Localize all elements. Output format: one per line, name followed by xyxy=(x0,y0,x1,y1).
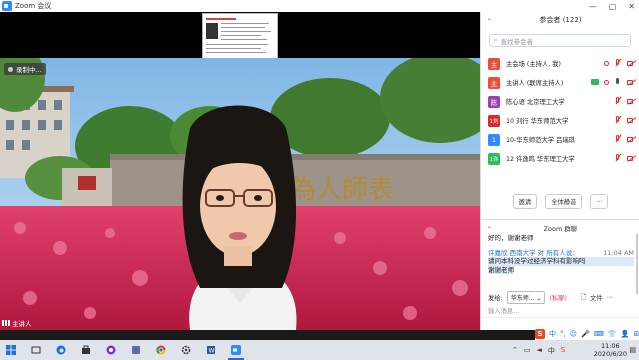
speaker-video: 為人師表 LIVE UP TO THE NAME OF TEACHER xyxy=(0,58,480,330)
clock[interactable]: 11:06 2020/6/20 xyxy=(594,342,627,358)
mic-muted-icon[interactable] xyxy=(614,116,622,124)
side-panel: ⌄ 参会者 (122) ⌕ 查找参会者 主 主会场 (主持人, 我) 主 主讲人… xyxy=(480,12,639,330)
participant-row[interactable]: 主 主讲人 (联席主持人) xyxy=(481,73,639,92)
more-options-icon[interactable]: ⋯ xyxy=(607,294,613,301)
mic-muted-icon[interactable] xyxy=(614,135,622,143)
avatar: 陈 xyxy=(488,95,500,108)
volume-icon[interactable]: ◄ xyxy=(537,346,542,356)
video-area[interactable]: 為人師表 LIVE UP TO THE NAME OF TEACHER 录制中.… xyxy=(0,12,480,330)
ime-tray-icon[interactable]: S xyxy=(561,346,565,356)
chat-message: 请问本科没学过经济学科有影响吗 xyxy=(488,257,634,266)
private-chat-label: (私聊) xyxy=(549,295,567,302)
ime-skin-icon[interactable]: 👕 xyxy=(608,330,617,338)
app-icon[interactable] xyxy=(106,345,116,355)
more-button[interactable]: ... xyxy=(590,194,609,209)
recording-indicator[interactable]: 录制中... xyxy=(4,63,46,75)
participant-row[interactable]: 1 10-华东师范大学 吕瑞琪 xyxy=(481,130,639,149)
task-view-icon[interactable] xyxy=(31,345,41,355)
ime-user-icon[interactable]: 👤 xyxy=(621,330,630,338)
send-to-label: 发给: xyxy=(488,295,503,302)
recording-label: 录制中... xyxy=(16,66,42,74)
maximize-button[interactable]: ▢ xyxy=(609,2,617,11)
recipient-name[interactable]: 所有人说： xyxy=(546,249,579,257)
send-to-row: 发给: 华东师... ⌄ (私聊) 🗋 文件 ⋯ xyxy=(488,291,638,304)
sogou-logo-icon: S xyxy=(535,329,545,339)
window-title: Zoom 会议 xyxy=(15,2,52,10)
participant-row[interactable]: 主 主会场 (主持人, 我) xyxy=(481,54,639,73)
close-button[interactable]: ✕ xyxy=(628,2,635,11)
chat-input[interactable]: 输入消息... xyxy=(488,306,519,315)
video-off-icon xyxy=(627,60,636,67)
participant-row[interactable]: 1许 12 许逸鸣 华东理工大学 xyxy=(481,149,639,168)
chat-message: 好的，谢谢老师 xyxy=(488,234,534,242)
chat-message-header: 许嘉欣 西南大学 对 所有人说： 11:04 AM xyxy=(488,248,634,257)
chat-header: ⌄ Zoom 群聊 xyxy=(481,219,639,233)
participant-row[interactable]: 1刘 10 刘行 华东师范大学 xyxy=(481,111,639,130)
settings-icon[interactable] xyxy=(181,345,191,355)
chrome-icon[interactable] xyxy=(156,345,166,355)
participants-header: 参会者 (122) xyxy=(539,16,582,24)
notifications-icon[interactable]: ▤ xyxy=(629,346,636,354)
system-tray: ⌃ ▭ ◄ 中 S xyxy=(512,346,565,356)
file-button[interactable]: 文件 xyxy=(590,293,603,302)
recipient-dropdown[interactable]: 华东师... ⌄ xyxy=(506,291,546,304)
speaker-label: 主讲人 xyxy=(12,320,32,328)
participant-search-input[interactable]: ⌕ 查找参会者 xyxy=(489,34,631,47)
ime-voice-icon[interactable]: 🎤 xyxy=(581,330,590,338)
taskbar: W ⌃ ▭ ◄ 中 S 11:06 2020/6/20 ▤ xyxy=(0,340,639,360)
ime-punct-icon[interactable]: °, xyxy=(560,330,566,338)
avatar: 主 xyxy=(488,76,500,89)
network-icon[interactable]: ▭ xyxy=(524,346,531,356)
edge-icon[interactable] xyxy=(56,345,66,355)
ime-toolbar[interactable]: S 中 °, ☺ 🎤 ⌨ 👕 👤 ⊞ xyxy=(535,328,639,340)
record-icon xyxy=(8,66,13,72)
ime-keyboard-icon[interactable]: ⌨ xyxy=(594,330,604,338)
recording-icon xyxy=(604,60,609,66)
message-time: 11:04 AM xyxy=(603,248,634,257)
shared-screen-thumbnail[interactable] xyxy=(202,13,278,59)
file-icon[interactable]: 🗋 xyxy=(581,292,586,303)
video-off-icon xyxy=(627,98,636,105)
ime-tools-icon[interactable]: ⊞ xyxy=(633,330,639,338)
ime-lang[interactable]: 中 xyxy=(549,329,556,339)
avatar: 主 xyxy=(488,57,500,70)
chat-messages: 好的，谢谢老师 许嘉欣 西南大学 对 所有人说： 11:04 AM 请问本科没学… xyxy=(488,234,634,274)
speaker-name-tag: 主讲人 xyxy=(2,318,32,328)
tray-arrow-icon[interactable]: ⌃ xyxy=(512,346,518,356)
windows-start-icon[interactable] xyxy=(6,345,16,355)
participant-list: 主 主会场 (主持人, 我) 主 主讲人 (联席主持人) 陈 陈心语 北京理工大… xyxy=(481,54,639,168)
minimize-button[interactable]: — xyxy=(589,2,597,11)
zoom-logo-icon xyxy=(2,1,12,11)
avatar: 1刘 xyxy=(488,114,500,127)
ime-emoji-icon[interactable]: ☺ xyxy=(570,330,577,338)
app-icon[interactable] xyxy=(131,345,141,355)
mic-muted-icon[interactable] xyxy=(614,97,622,105)
input-language[interactable]: 中 xyxy=(548,346,555,356)
video-off-icon xyxy=(627,155,636,162)
signal-icon xyxy=(2,320,10,326)
participant-row[interactable]: 陈 陈心语 北京理工大学 xyxy=(481,92,639,111)
invite-button[interactable]: 邀请 xyxy=(512,194,538,209)
video-off-icon xyxy=(627,136,636,143)
svg-text:為人師表: 為人師表 xyxy=(290,175,394,205)
mic-muted-icon[interactable] xyxy=(614,154,622,162)
chat-title: Zoom 群聊 xyxy=(543,225,578,233)
mute-all-button[interactable]: 全体静音 xyxy=(545,194,583,209)
search-icon: ⌕ xyxy=(494,36,498,44)
mic-icon[interactable] xyxy=(614,78,622,86)
video-off-icon xyxy=(627,79,636,86)
word-icon[interactable]: W xyxy=(206,345,216,355)
chat-scrollbar[interactable] xyxy=(636,234,638,294)
store-icon[interactable] xyxy=(81,345,91,355)
chat-message: 谢谢老师 xyxy=(488,265,514,274)
avatar: 1 xyxy=(488,133,500,146)
avatar: 1许 xyxy=(488,152,500,165)
sender-name[interactable]: 许嘉欣 西南大学 xyxy=(488,249,536,257)
video-off-icon xyxy=(627,117,636,124)
mic-muted-icon[interactable] xyxy=(614,59,622,67)
screen-share-icon xyxy=(591,79,599,85)
zoom-taskbar-icon[interactable] xyxy=(231,345,241,355)
svg-text:W: W xyxy=(209,348,215,355)
recording-icon xyxy=(604,79,609,85)
